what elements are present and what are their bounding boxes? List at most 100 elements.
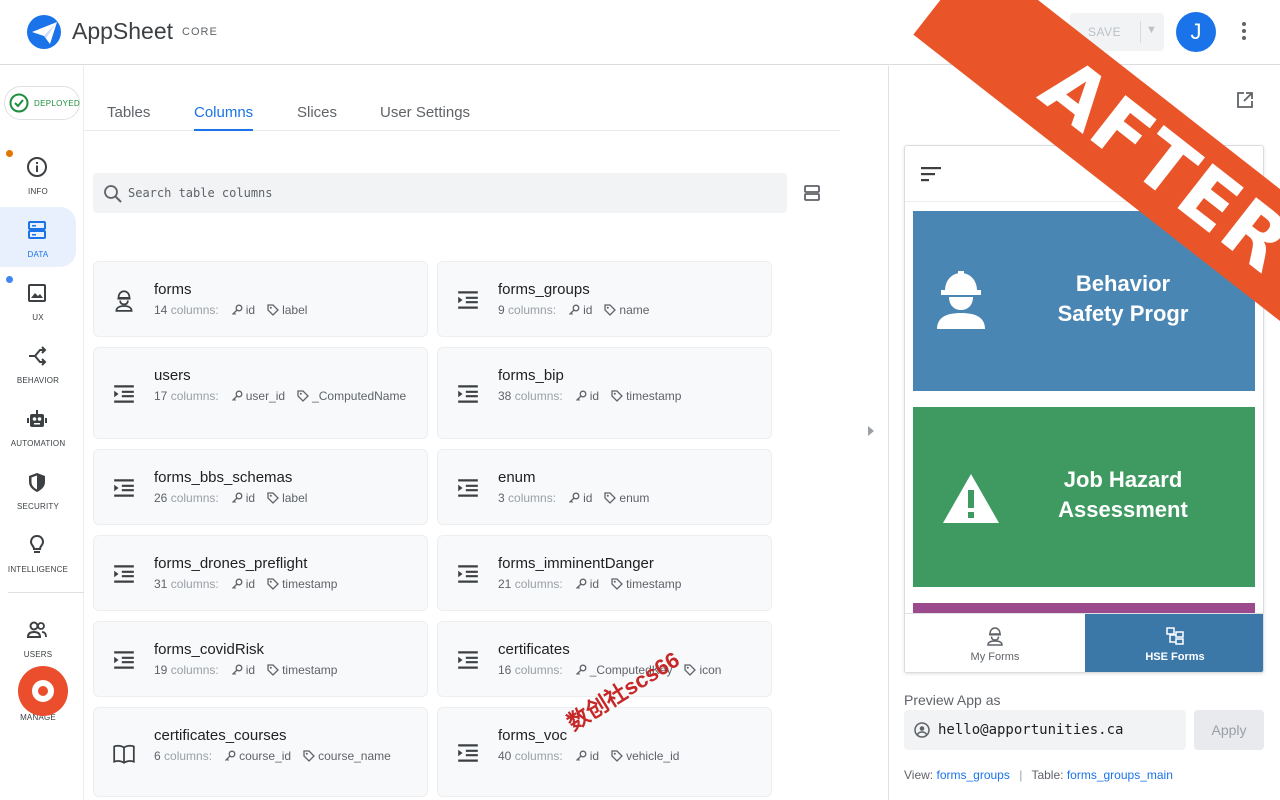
table-rows-icon: [114, 479, 134, 497]
key-icon: [569, 304, 580, 315]
apply-button[interactable]: Apply: [1194, 710, 1264, 750]
table-card-enum[interactable]: enum 3 columns: id enum: [437, 449, 772, 525]
nav-item-info[interactable]: INFO: [0, 144, 76, 204]
data-icon: [28, 221, 46, 239]
nav-label-behavior: BEHAVIOR: [16, 376, 60, 385]
key-column: id: [245, 577, 256, 591]
tile-behavior-safety[interactable]: Behavior Safety Progr: [913, 211, 1255, 391]
deployed-status-chip[interactable]: DEPLOYED: [4, 86, 80, 120]
key-icon: [575, 750, 587, 761]
chevron-right-icon[interactable]: [866, 424, 876, 438]
view-agenda-icon[interactable]: [803, 184, 821, 202]
tile-title-line1: Behavior: [1075, 271, 1171, 296]
table-rows-icon: [458, 385, 478, 403]
preview-as-label: Preview App as: [904, 692, 1001, 708]
warning-icon: [943, 474, 999, 523]
phone-preview[interactable]: Behavior Safety Progr Job Hazard Assessm…: [904, 145, 1264, 673]
key-column: id: [589, 577, 600, 591]
tab-user-settings[interactable]: User Settings: [380, 104, 470, 131]
table-card-forms_covidRisk[interactable]: forms_covidRisk 19 columns: id timestamp: [93, 621, 428, 697]
column-count: 14 columns:: [154, 303, 219, 317]
caret-down-icon[interactable]: ▼: [1146, 24, 1157, 36]
key-column: id: [583, 491, 593, 505]
tile-job-hazard[interactable]: Job Hazard Assessment: [913, 407, 1255, 587]
label-tag-icon: [604, 492, 617, 504]
nav-item-behavior[interactable]: BEHAVIOR: [0, 333, 76, 393]
open-in-new-icon[interactable]: [1236, 91, 1254, 109]
table-name: forms_bip: [498, 367, 564, 384]
sort-icon[interactable]: [921, 166, 941, 182]
table-card-forms_groups[interactable]: forms_groups 9 columns: id name: [437, 261, 772, 337]
nav-label-intelligence: INTELLIGENCE: [7, 565, 69, 574]
table-label: Table:: [1031, 768, 1064, 782]
tab-columns[interactable]: Columns: [194, 104, 254, 131]
bottom-nav-hse-forms[interactable]: HSE Forms: [1085, 614, 1263, 672]
preview-email-field[interactable]: hello@apportunities.ca: [904, 710, 1186, 750]
table-name: certificates_courses: [154, 727, 287, 744]
table-meta: 6 columns: course_id course_name: [154, 748, 422, 764]
table-card-certificates_courses[interactable]: certificates_courses 6 columns: course_id c…: [93, 707, 428, 797]
top-bar: AppSheet CORE SAVE ▼ J: [0, 0, 1280, 65]
tab-slices[interactable]: Slices: [297, 104, 337, 131]
nav-item-intelligence[interactable]: INTELLIGENCE: [0, 522, 76, 582]
tile-next-partial[interactable]: [913, 603, 1255, 613]
table-name: forms_drones_preflight: [154, 555, 308, 572]
save-button[interactable]: SAVE ▼: [1070, 13, 1164, 51]
app-name: AppSheet: [72, 18, 174, 44]
table-name: forms_groups: [498, 281, 590, 298]
nav-item-security[interactable]: SECURITY: [0, 459, 76, 519]
bottom-nav-my-forms[interactable]: My Forms: [905, 614, 1085, 672]
label-column: timestamp: [282, 577, 338, 591]
tab-tables[interactable]: Tables: [107, 104, 150, 131]
key-column: user_id: [245, 389, 286, 403]
key-icon: [225, 750, 236, 761]
label-tag-icon: [267, 304, 279, 316]
key-icon: [231, 304, 243, 315]
table-card-forms_drones_preflight[interactable]: forms_drones_preflight 31 columns: id times…: [93, 535, 428, 611]
table-meta: 3 columns: id enum: [498, 490, 766, 506]
more-vert-icon[interactable]: [1234, 20, 1254, 44]
table-rows-icon: [458, 291, 478, 309]
table-meta: 40 columns: id vehicle_id: [498, 748, 766, 764]
label-column: timestamp: [626, 389, 682, 403]
assistant-fab[interactable]: [18, 666, 68, 716]
label-tag-icon: [267, 492, 279, 504]
table-card-forms_voc[interactable]: forms_voc 40 columns: id vehicle_id: [437, 707, 772, 797]
table-card-forms[interactable]: forms 14 columns: id label: [93, 261, 428, 337]
left-nav: DEPLOYED INFO DATA UX BEHAVIOR AUTOMATIO…: [0, 66, 84, 800]
info-icon: [27, 157, 47, 177]
label-tag-icon: [297, 390, 310, 402]
table-card-forms_bbs_schemas[interactable]: forms_bbs_schemas 26 columns: id label: [93, 449, 428, 525]
table-card-users[interactable]: users 17 columns: user_id _ComputedName: [93, 347, 428, 439]
table-card-forms_bip[interactable]: forms_bip 38 columns: id timestamp: [437, 347, 772, 439]
table-card-forms_imminentDanger[interactable]: forms_imminentDanger 21 columns: id timesta…: [437, 535, 772, 611]
table-meta: 21 columns: id timestamp: [498, 576, 766, 592]
nav-label-ux: UX: [32, 313, 44, 322]
nav-label-automation: AUTOMATION: [10, 439, 66, 448]
user-avatar[interactable]: J: [1176, 12, 1216, 52]
table-name: forms_covidRisk: [154, 641, 265, 658]
nav-label-security: SECURITY: [16, 502, 60, 511]
preview-email-value: hello@apportunities.ca: [938, 722, 1124, 738]
nav-label-users: USERS: [23, 650, 53, 659]
view-table-info: View: forms_groups | Table: forms_groups…: [904, 768, 1173, 782]
label-column: name: [619, 303, 650, 317]
bottom-nav-label: HSE Forms: [1145, 651, 1205, 663]
nav-item-automation[interactable]: AUTOMATION: [0, 396, 76, 456]
nav-item-ux[interactable]: UX: [0, 270, 76, 330]
view-link[interactable]: forms_groups: [936, 768, 1009, 782]
table-link[interactable]: forms_groups_main: [1067, 768, 1173, 782]
book-icon: [113, 744, 135, 764]
hard-hat-worker-icon: [987, 627, 1003, 646]
nav-item-users[interactable]: USERS: [0, 607, 76, 667]
search-columns-field[interactable]: Search table columns: [93, 173, 787, 213]
forms-grid-icon: [1166, 627, 1184, 645]
label-column: enum: [619, 491, 650, 505]
hard-hat-worker-icon: [115, 290, 133, 312]
table-rows-icon: [114, 385, 134, 403]
robot-icon: [27, 410, 47, 427]
nav-item-data[interactable]: DATA: [0, 207, 76, 267]
key-icon: [575, 578, 587, 589]
column-count: 19 columns:: [154, 663, 219, 677]
column-count: 3 columns:: [498, 491, 557, 505]
